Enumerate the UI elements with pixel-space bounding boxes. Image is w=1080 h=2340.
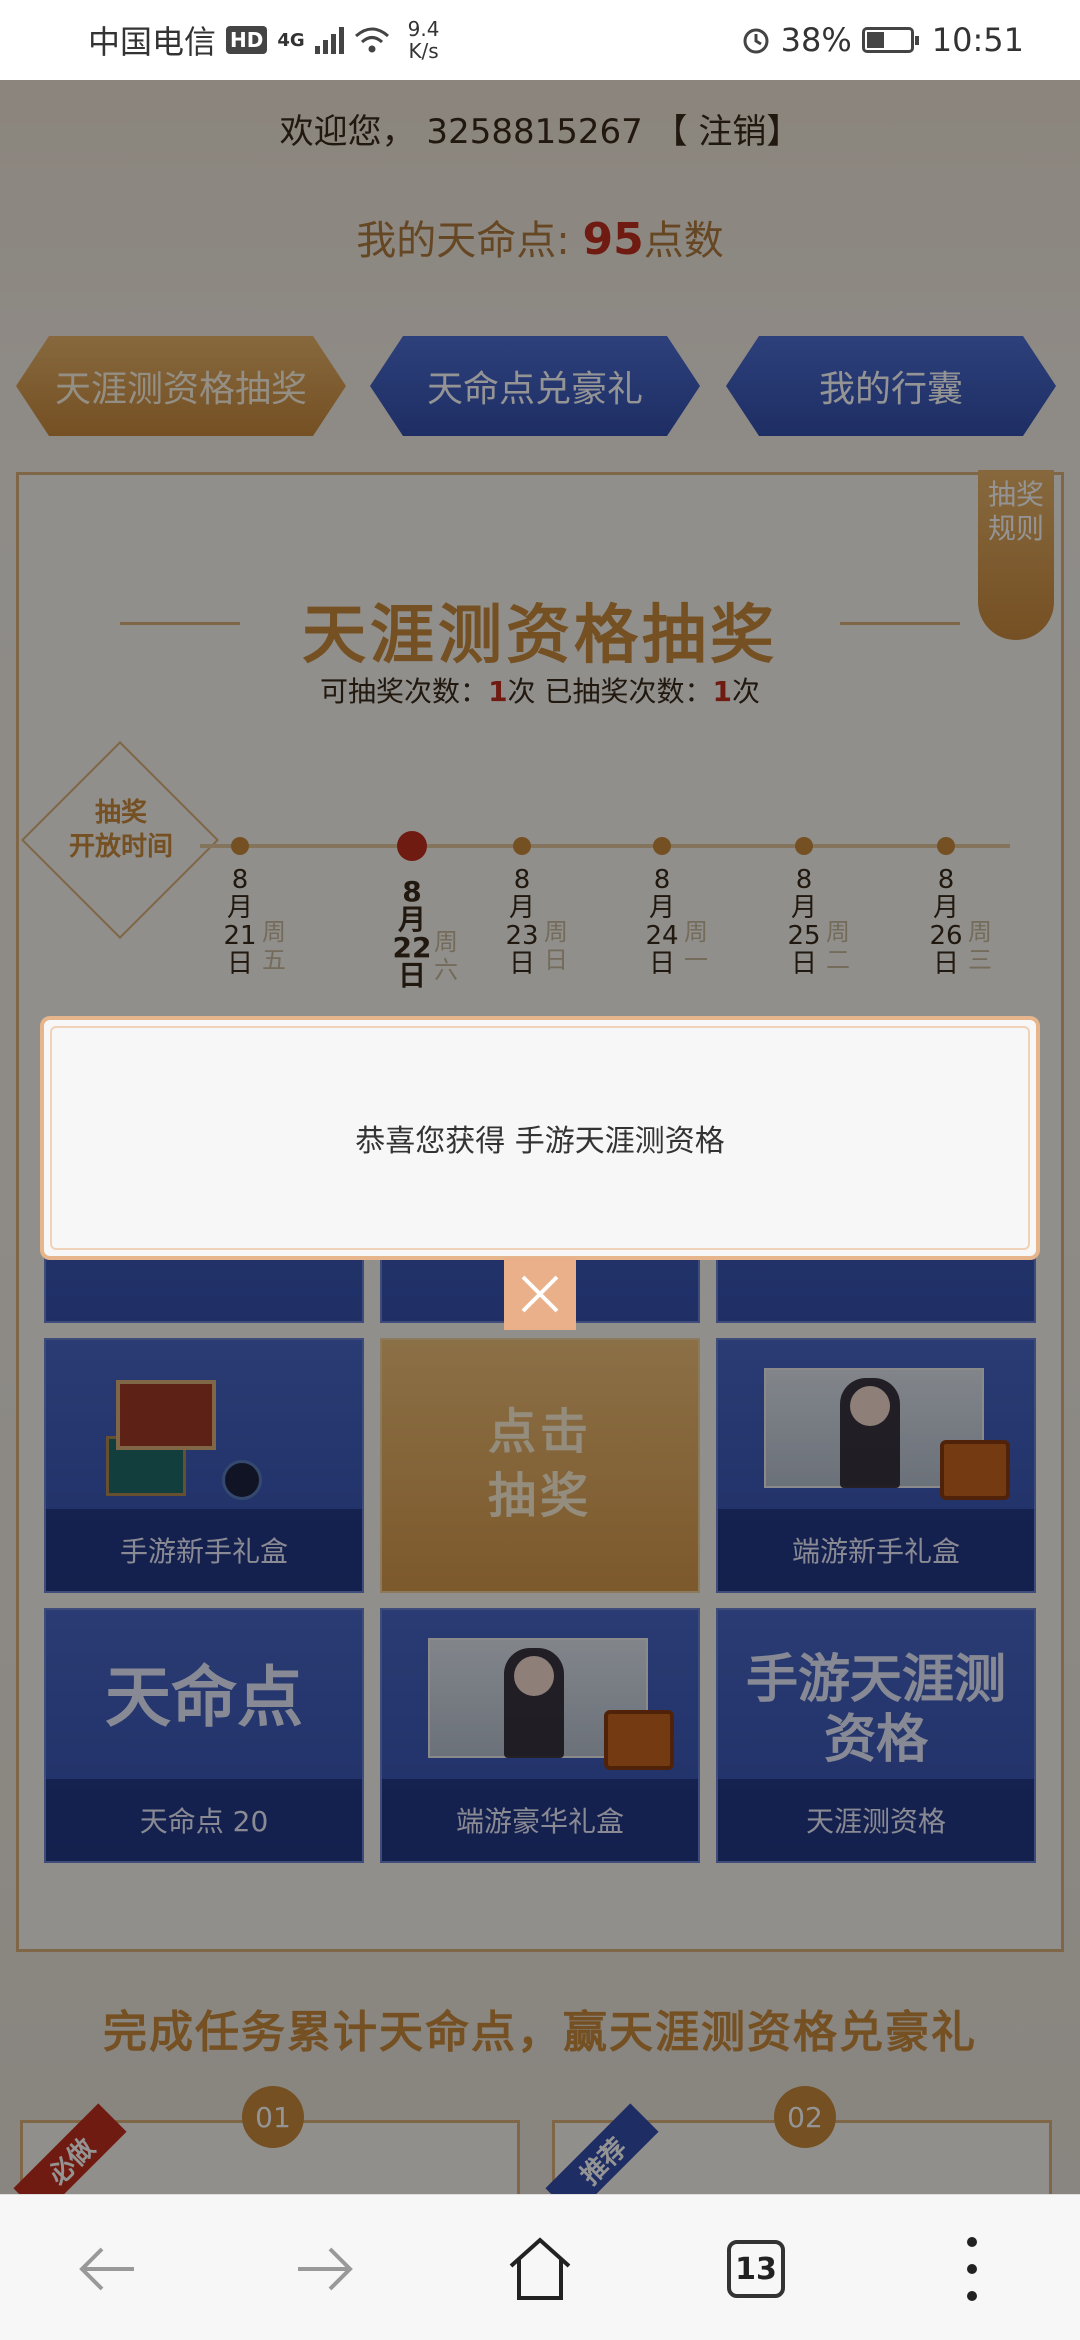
battery-icon <box>861 27 919 53</box>
wifi-icon <box>354 27 389 53</box>
tab-count: 13 <box>727 2240 785 2298</box>
network-type: 4G <box>277 29 305 51</box>
close-button[interactable] <box>504 1258 576 1330</box>
tabs-button[interactable]: 13 <box>716 2229 796 2309</box>
home-button[interactable] <box>500 2229 580 2309</box>
status-bar: 中国电信 HD 4G 9.4 K/s 38% 10:51 <box>0 0 1080 80</box>
battery-percent: 38% <box>780 21 852 59</box>
hd-badge: HD <box>226 26 268 54</box>
clock: 10:51 <box>931 21 1024 59</box>
net-speed-unit: K/s <box>408 39 439 63</box>
dialog-message: 恭喜您获得 手游天涯测资格 <box>355 1124 725 1159</box>
signal-icon <box>314 26 344 54</box>
carrier-name: 中国电信 <box>88 23 217 61</box>
net-speed: 9.4 K/s <box>408 18 440 62</box>
back-button[interactable] <box>68 2229 148 2309</box>
browser-toolbar: 13 <box>0 2194 1080 2340</box>
menu-button[interactable] <box>932 2229 1012 2309</box>
alarm-icon <box>743 28 769 54</box>
net-speed-value: 9.4 <box>407 17 440 41</box>
status-left: 中国电信 HD 4G 9.4 K/s <box>88 17 439 63</box>
close-icon <box>521 1275 559 1313</box>
home-icon <box>509 2237 571 2300</box>
result-dialog: 恭喜您获得 手游天涯测资格 <box>40 1016 1040 1260</box>
arrow-left-icon <box>79 2247 134 2291</box>
status-right: 38% 10:51 <box>741 21 1024 59</box>
arrow-right-icon <box>298 2247 353 2291</box>
more-vertical-icon <box>967 2237 977 2301</box>
forward-button[interactable] <box>284 2229 364 2309</box>
